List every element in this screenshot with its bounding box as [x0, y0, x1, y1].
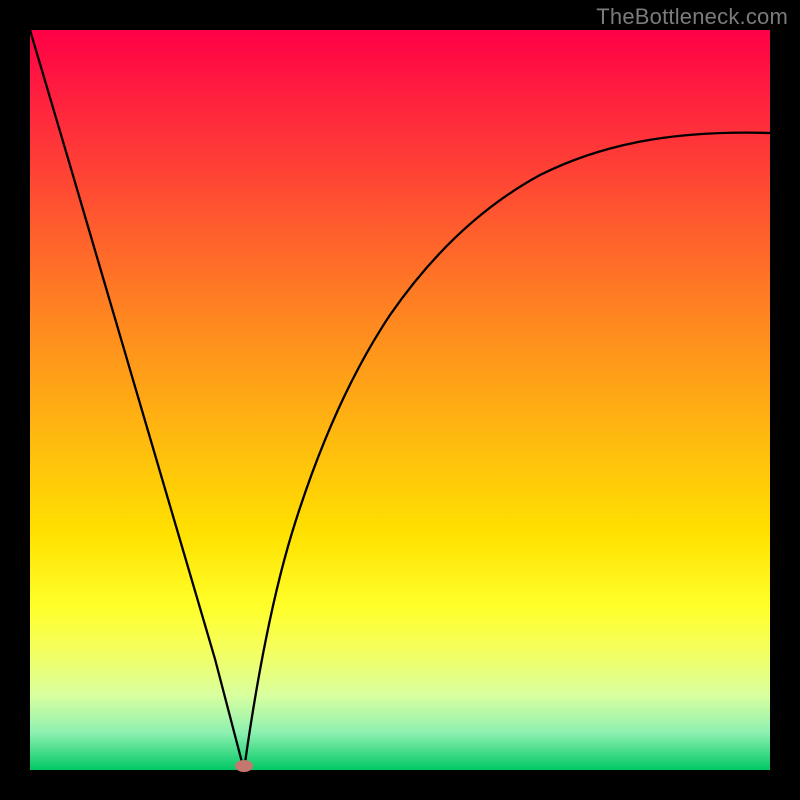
curve-right-branch — [244, 133, 770, 770]
watermark-text: TheBottleneck.com — [596, 4, 788, 30]
curve-left-branch — [30, 30, 244, 770]
curve-minimum-marker — [235, 760, 253, 772]
bottleneck-curve — [30, 30, 770, 770]
chart-plot-area — [30, 30, 770, 770]
